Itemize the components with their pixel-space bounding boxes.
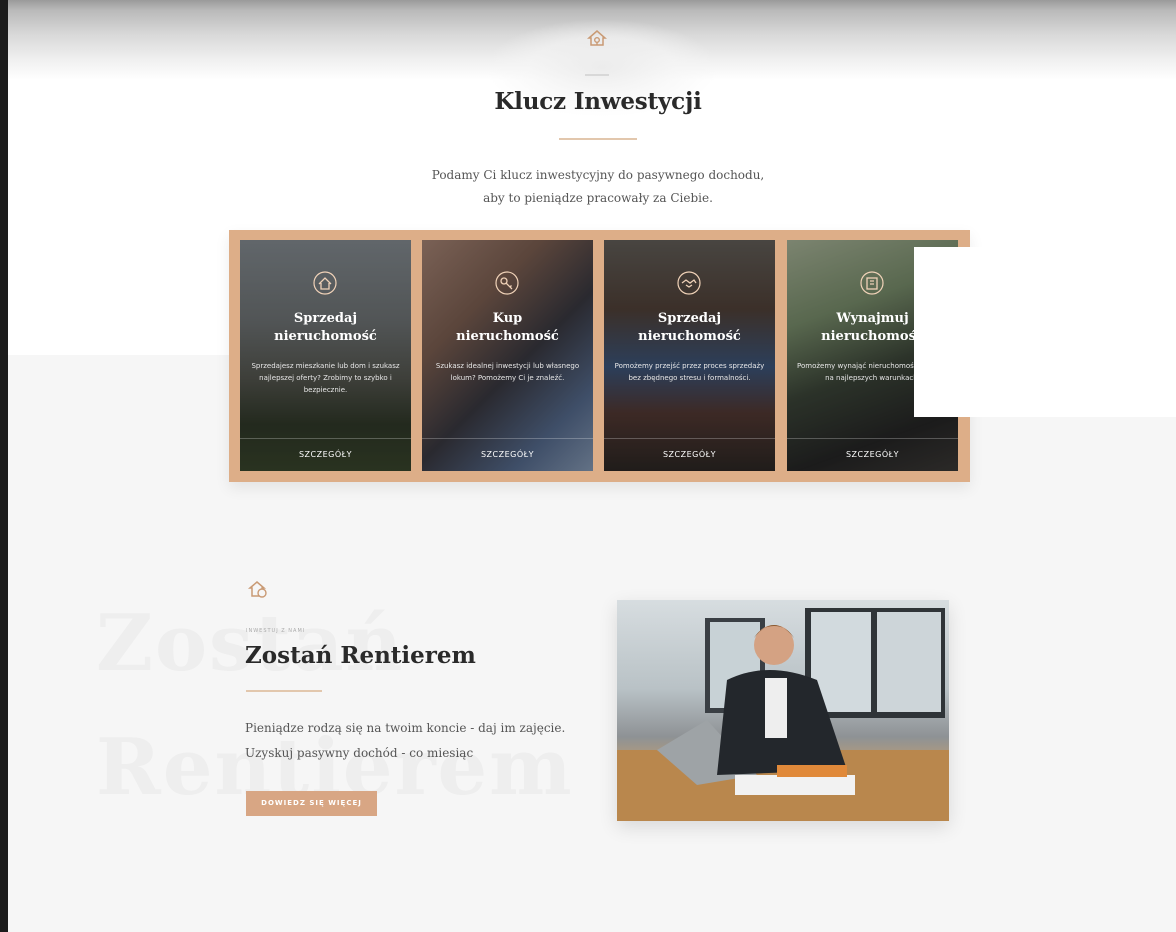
intro-line-2: aby to pieniądze pracowały za Ciebie.: [483, 191, 713, 205]
photo-illustration: [617, 608, 949, 821]
title-divider: [559, 138, 637, 140]
card-divider: [787, 438, 958, 439]
card-title: Sprzedaj nieruchomość: [638, 311, 741, 344]
card-divider: [604, 438, 775, 439]
section-paragraph: Pieniądze rodzą się na twoim koncie - da…: [245, 716, 605, 766]
left-edge: [0, 0, 8, 932]
house-key-icon: [587, 30, 607, 46]
card-text: Pomożemy przejść przez proces sprzedaży …: [614, 362, 765, 382]
card-details-link[interactable]: SZCZEGÓŁY: [787, 450, 958, 459]
service-card-buy[interactable]: Kup nieruchomość Szukasz idealnej inwesty…: [422, 240, 593, 471]
house-coin-icon: [247, 581, 267, 598]
para-line-2: Uzyskuj pasywny dochód - co miesiąc: [245, 746, 474, 760]
businessman-photo: [617, 600, 949, 821]
card-text: Sprzedajesz mieszkanie lub dom i szukasz…: [251, 362, 400, 394]
section-title: Klucz Inwestycji: [494, 88, 702, 115]
handshake-icon: [677, 271, 701, 295]
card-divider: [422, 438, 593, 439]
learn-more-button[interactable]: DOWIEDZ SIĘ WIĘCEJ: [246, 791, 377, 816]
intro-line-1: Podamy Ci klucz inwestycyjny do pasywneg…: [431, 168, 765, 182]
section-eyebrow: INWESTUJ Z NAMI: [246, 628, 306, 634]
title-divider-2: [246, 690, 322, 692]
section-intro: Podamy Ci klucz inwestycyjny do pasywneg…: [380, 164, 816, 210]
overlay-patch: [914, 247, 1176, 417]
para-line-1: Pieniądze rodzą się na twoim koncie - da…: [245, 721, 566, 735]
eyebrow-line: [585, 74, 609, 77]
building-icon: [860, 271, 884, 295]
section-title-2: Zostań Rentierem: [245, 642, 476, 669]
card-details-link[interactable]: SZCZEGÓŁY: [422, 450, 593, 459]
house-icon: [313, 271, 337, 295]
service-card-sell-2[interactable]: Sprzedaj nieruchomość Pomożemy przejść pr…: [604, 240, 775, 471]
card-text: Szukasz idealnej inwestycji lub własnego…: [435, 362, 580, 382]
card-title: Sprzedaj nieruchomość: [274, 311, 377, 344]
card-title: Kup nieruchomość: [456, 311, 559, 344]
card-divider: [240, 438, 411, 439]
card-details-link[interactable]: SZCZEGÓŁY: [604, 450, 775, 459]
card-details-link[interactable]: SZCZEGÓŁY: [240, 450, 411, 459]
key-icon: [495, 271, 519, 295]
service-card-sell[interactable]: Sprzedaj nieruchomość Sprzedajesz mieszka…: [240, 240, 411, 471]
